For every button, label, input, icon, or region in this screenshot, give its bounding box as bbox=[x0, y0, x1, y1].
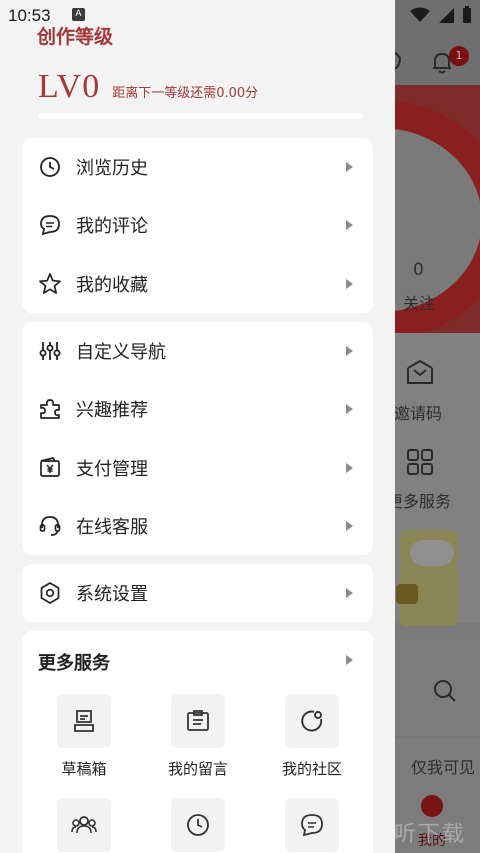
chevron-right-icon bbox=[346, 346, 353, 356]
service-chat[interactable] bbox=[262, 798, 362, 852]
chevron-right-icon bbox=[346, 279, 353, 289]
service-label: 草稿箱 bbox=[61, 760, 107, 778]
level-row: LV0 距离下一等级还需0.00分 bbox=[38, 68, 258, 106]
level-hint: 距离下一等级还需0.00分 bbox=[112, 86, 259, 101]
level-value: LV0 bbox=[38, 68, 101, 105]
sliders-icon bbox=[38, 339, 62, 363]
status-time: 10:53 bbox=[8, 6, 51, 25]
menu-item-label: 我的评论 bbox=[76, 216, 148, 237]
chevron-right-icon bbox=[346, 404, 353, 414]
menu-item-payment[interactable]: 支付管理 bbox=[22, 439, 373, 497]
level-title: 创作等级 bbox=[37, 26, 114, 48]
menu-item-label: 支付管理 bbox=[76, 459, 148, 480]
chevron-right-icon bbox=[346, 521, 353, 531]
menu-card-3: 系统设置 bbox=[22, 564, 373, 622]
background-invite-label[interactable]: 邀请码 bbox=[394, 400, 442, 424]
puzzle-icon bbox=[38, 397, 62, 421]
drafts-icon bbox=[57, 694, 111, 748]
chevron-right-icon bbox=[346, 220, 353, 230]
background-grid-icon[interactable] bbox=[406, 448, 434, 476]
hexagon-settings-icon bbox=[38, 581, 62, 605]
clock-icon bbox=[38, 155, 62, 179]
service-label: 我的留言 bbox=[167, 760, 228, 778]
background-more-services-label[interactable]: 更多服务 bbox=[387, 488, 451, 512]
group-icon bbox=[57, 798, 111, 852]
background-camera-graphic bbox=[396, 584, 418, 604]
menu-item-comments[interactable]: 我的评论 bbox=[22, 196, 373, 254]
chevron-right-icon bbox=[346, 463, 353, 473]
side-drawer: 创作等级 LV0 距离下一等级还需0.00分 浏览历史 我的评论 我的收藏 自定… bbox=[0, 0, 395, 853]
menu-item-settings[interactable]: 系统设置 bbox=[22, 564, 373, 622]
service-message-board[interactable]: 我的留言 bbox=[148, 694, 248, 779]
more-services-chevron-icon[interactable] bbox=[346, 655, 353, 665]
menu-item-label: 我的收藏 bbox=[76, 275, 148, 296]
background-invite-icon[interactable] bbox=[405, 358, 435, 386]
chevron-right-icon bbox=[346, 588, 353, 598]
background-search-icon[interactable] bbox=[432, 678, 458, 704]
chevron-right-icon bbox=[346, 162, 353, 172]
menu-card-1: 浏览历史 我的评论 我的收藏 bbox=[22, 138, 373, 313]
background-message-badge: 1 bbox=[449, 46, 469, 66]
more-services-card: 更多服务 草稿箱 我的留言 我的社区 bbox=[22, 631, 373, 853]
battery-icon bbox=[463, 6, 471, 23]
service-group[interactable] bbox=[34, 798, 134, 852]
service-history[interactable] bbox=[148, 798, 248, 852]
background-follow-count: 0 bbox=[413, 260, 424, 280]
menu-item-history[interactable]: 浏览历史 bbox=[22, 138, 373, 196]
chat-icon bbox=[38, 213, 62, 237]
level-progress-bar bbox=[38, 113, 363, 119]
background-follow-label[interactable]: 关注 bbox=[403, 290, 435, 314]
menu-item-custom-nav[interactable]: 自定义导航 bbox=[22, 322, 373, 380]
background-visibility-label[interactable]: 仅我可见 bbox=[411, 754, 475, 778]
star-icon bbox=[38, 272, 62, 296]
signal-icon bbox=[439, 8, 454, 23]
headset-icon bbox=[38, 514, 62, 538]
community-icon bbox=[285, 694, 339, 748]
menu-card-2: 自定义导航 兴趣推荐 支付管理 在线客服 bbox=[22, 322, 373, 555]
background-cloud-graphic bbox=[410, 540, 454, 566]
status-notification-icon: A bbox=[72, 8, 85, 21]
menu-item-interests[interactable]: 兴趣推荐 bbox=[22, 380, 373, 438]
menu-item-label: 兴趣推荐 bbox=[76, 400, 148, 421]
menu-item-label: 系统设置 bbox=[76, 584, 148, 605]
clock-icon bbox=[171, 798, 225, 852]
menu-item-favorites[interactable]: 我的收藏 bbox=[22, 255, 373, 313]
menu-item-label: 浏览历史 bbox=[76, 158, 148, 179]
service-label: 我的社区 bbox=[281, 760, 342, 778]
status-icons bbox=[410, 6, 472, 24]
service-drafts[interactable]: 草稿箱 bbox=[34, 694, 134, 779]
wifi-icon bbox=[410, 7, 430, 22]
message-board-icon bbox=[171, 694, 225, 748]
menu-item-customer-service[interactable]: 在线客服 bbox=[22, 497, 373, 555]
menu-item-label: 自定义导航 bbox=[76, 342, 166, 363]
menu-item-label: 在线客服 bbox=[76, 517, 148, 538]
wallet-icon bbox=[38, 456, 62, 480]
service-community[interactable]: 我的社区 bbox=[262, 694, 362, 779]
more-services-title: 更多服务 bbox=[38, 653, 110, 674]
chat-icon bbox=[285, 798, 339, 852]
